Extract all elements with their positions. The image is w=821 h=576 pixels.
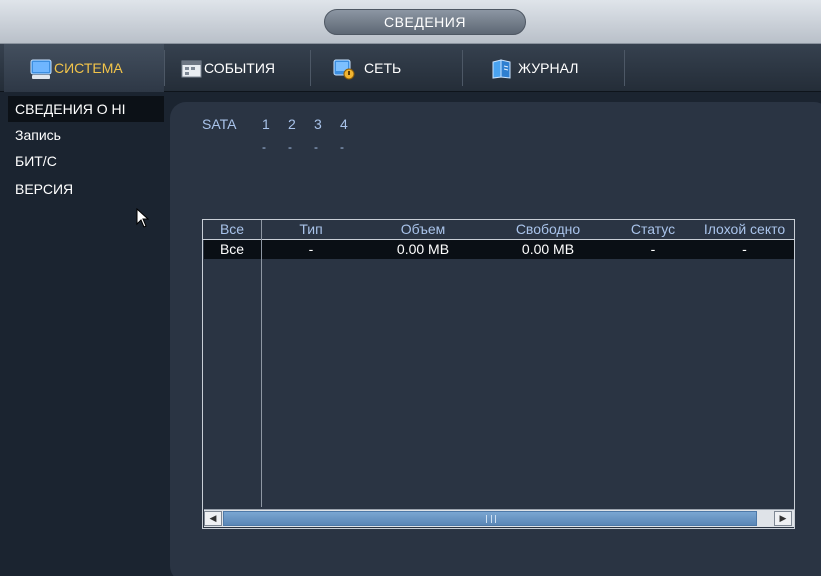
column-divider: [261, 220, 262, 507]
sidebar-item-record[interactable]: Запись: [8, 122, 164, 148]
table-cell: -: [650, 241, 656, 257]
tab-divider: [462, 50, 463, 86]
sidebar: СВЕДЕНИЯ О НІ Запись БИТ/С ВЕРСИЯ: [0, 92, 166, 576]
tab-bar: СИСТЕМА СОБЫТИЯ СЕТЬ ЖУРНАЛ: [0, 44, 821, 92]
scrollbar-thumb[interactable]: [223, 511, 757, 526]
mouse-cursor-icon: [136, 207, 150, 233]
column-header-status[interactable]: Статус: [615, 220, 691, 239]
sata-port-4[interactable]: 4: [340, 116, 348, 132]
sata-status-3: -: [314, 140, 318, 154]
sata-status-1: -: [262, 140, 266, 154]
tab-divider: [624, 50, 625, 86]
sata-port-2[interactable]: 2: [288, 116, 296, 132]
network-icon: [332, 58, 355, 80]
scroll-right-icon[interactable]: ▶: [774, 511, 792, 526]
title-bar: СВЕДЕНИЯ: [0, 0, 821, 44]
sidebar-item-hdd-info[interactable]: СВЕДЕНИЯ О НІ: [8, 96, 164, 122]
table-cell: -: [308, 241, 314, 257]
system-monitor-icon: [30, 58, 52, 79]
table-cell: -: [742, 241, 747, 257]
table-cell: 0.00 MB: [521, 241, 575, 257]
tab-network[interactable]: СЕТЬ: [332, 44, 442, 92]
sata-port-1[interactable]: 1: [262, 116, 270, 132]
column-header-capacity[interactable]: Объем: [373, 220, 473, 239]
grip-icon: [486, 515, 496, 523]
window-title: СВЕДЕНИЯ: [324, 9, 526, 35]
tab-journal-label: ЖУРНАЛ: [518, 60, 579, 76]
sidebar-item-bitrate[interactable]: БИТ/С: [8, 148, 164, 174]
scroll-left-icon[interactable]: ◀: [204, 511, 222, 526]
tab-system[interactable]: СИСТЕМА: [4, 44, 164, 92]
sata-status-2: -: [288, 140, 292, 154]
column-header-type[interactable]: Тип: [263, 220, 359, 239]
column-header-all[interactable]: Все: [203, 220, 261, 239]
tab-system-label: СИСТЕМА: [54, 60, 123, 76]
hdd-table: Все Тип Объем Свободно Статус Ілохой сек…: [202, 219, 795, 529]
table-cell: 0.00 MB: [396, 241, 450, 257]
sata-port-3[interactable]: 3: [314, 116, 322, 132]
horizontal-scrollbar[interactable]: ◀ ▶: [204, 509, 794, 527]
sata-label: SATA: [202, 116, 237, 132]
journal-book-icon: [490, 58, 512, 79]
sata-status-4: -: [340, 140, 344, 154]
tab-events-label: СОБЫТИЯ: [204, 60, 275, 76]
sidebar-item-version[interactable]: ВЕРСИЯ: [8, 176, 164, 202]
tab-events[interactable]: СОБЫТИЯ: [180, 44, 300, 92]
events-calendar-icon: [180, 58, 202, 78]
tab-divider: [310, 50, 311, 86]
column-header-free[interactable]: Свободно: [493, 220, 603, 239]
tab-divider: [164, 50, 165, 86]
tab-network-label: СЕТЬ: [364, 60, 402, 76]
tab-journal[interactable]: ЖУРНАЛ: [490, 44, 610, 92]
table-cell: Все: [219, 241, 245, 257]
column-header-bad-sectors[interactable]: Ілохой секто: [695, 220, 794, 239]
